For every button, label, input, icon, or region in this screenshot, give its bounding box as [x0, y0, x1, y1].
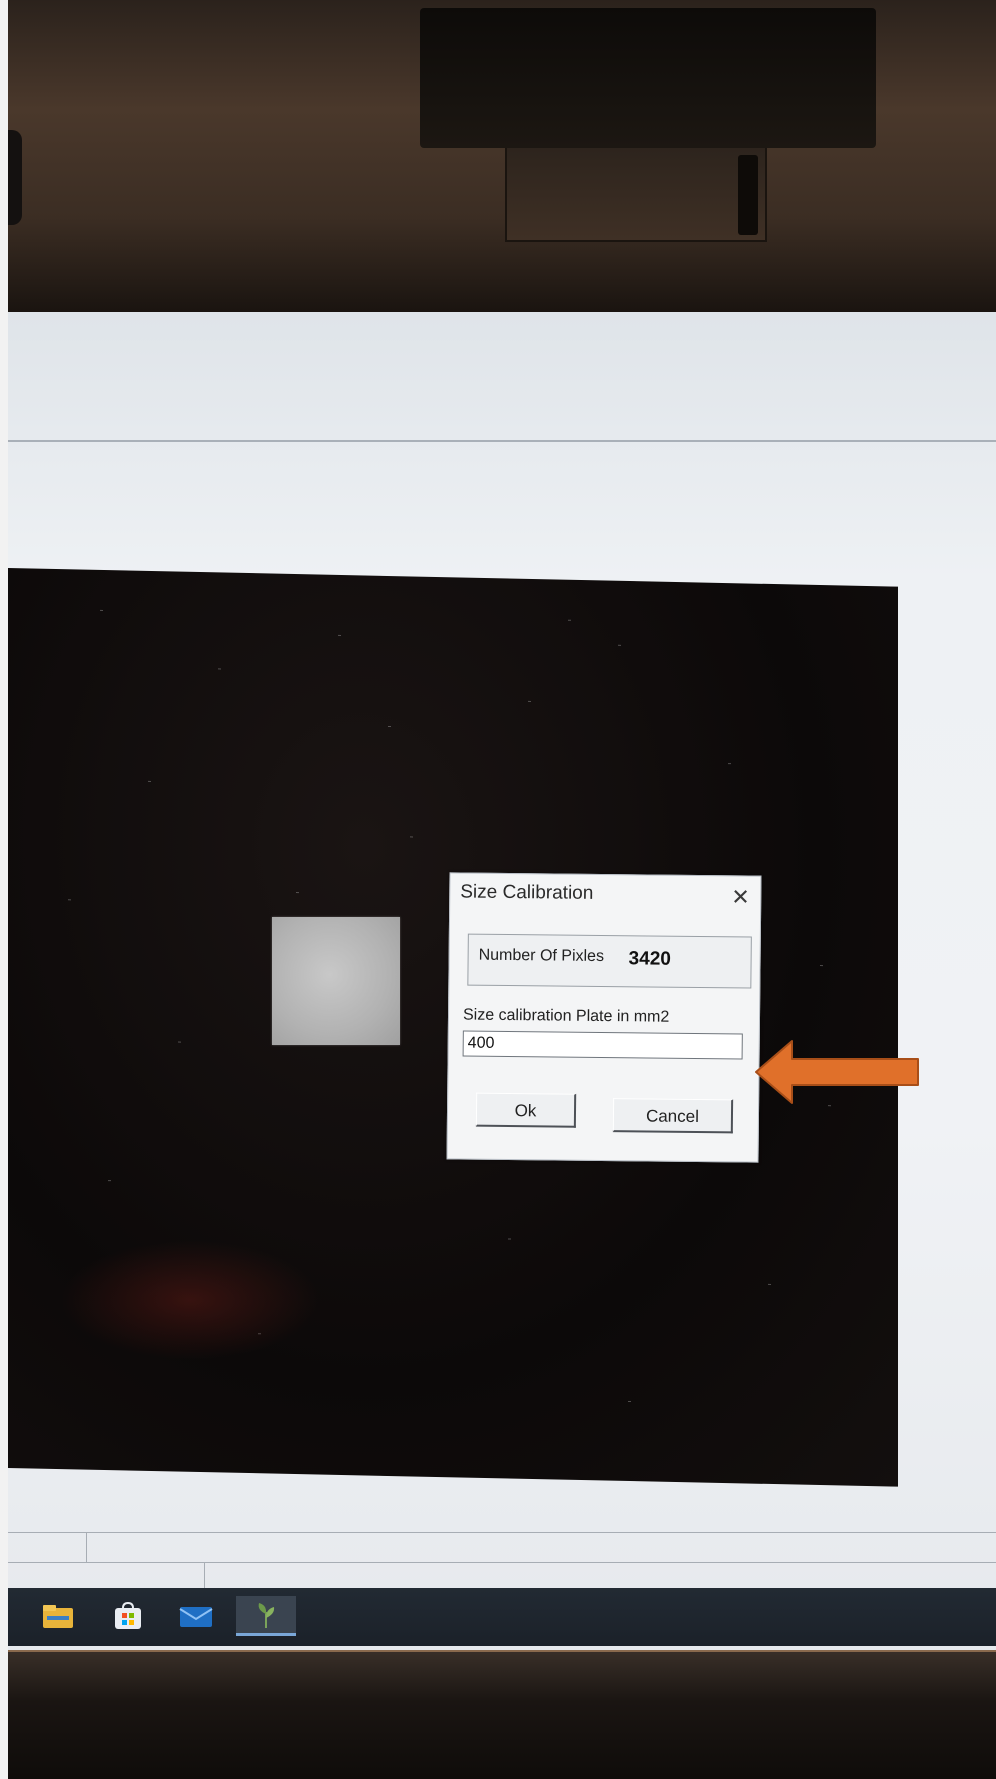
store-icon[interactable]	[106, 1596, 150, 1636]
reflection-glow	[60, 1240, 320, 1360]
webcam-housing	[420, 8, 876, 148]
status-bar-line	[8, 1562, 996, 1563]
plate-size-input[interactable]	[462, 1030, 743, 1060]
file-explorer-icon[interactable]	[36, 1596, 80, 1636]
dialog-title: Size Calibration	[460, 881, 594, 904]
status-bar-line	[8, 1532, 996, 1533]
photo-border	[0, 0, 8, 1779]
arrow-left-icon	[755, 1040, 919, 1104]
webcam-shutter	[738, 155, 758, 235]
plate-size-label: Size calibration Plate in mm2	[462, 1006, 670, 1026]
pixel-count-label: Number Of Pixles	[478, 946, 605, 965]
mail-icon[interactable]	[174, 1596, 218, 1636]
bezel-hinge	[8, 130, 22, 225]
cancel-button[interactable]: Cancel	[612, 1098, 734, 1134]
status-bar-divider	[86, 1532, 87, 1562]
app-leaf-icon[interactable]	[236, 1596, 296, 1636]
windows-taskbar	[8, 1588, 996, 1646]
toolbar-divider	[8, 440, 996, 442]
ok-button[interactable]: Ok	[475, 1092, 577, 1128]
status-bar-divider	[204, 1562, 205, 1588]
laptop-bottom-bezel	[8, 1650, 996, 1779]
pixel-count-value: 3420	[628, 948, 672, 970]
webcam-cover-slot	[505, 148, 767, 242]
size-calibration-dialog: Size Calibration ✕ Number Of Pixles 3420…	[446, 872, 762, 1163]
bezel-rim	[8, 1650, 996, 1652]
pixel-count-group: Number Of Pixles 3420	[467, 933, 752, 989]
calibration-plate	[272, 917, 400, 1045]
close-icon[interactable]: ✕	[731, 884, 750, 910]
